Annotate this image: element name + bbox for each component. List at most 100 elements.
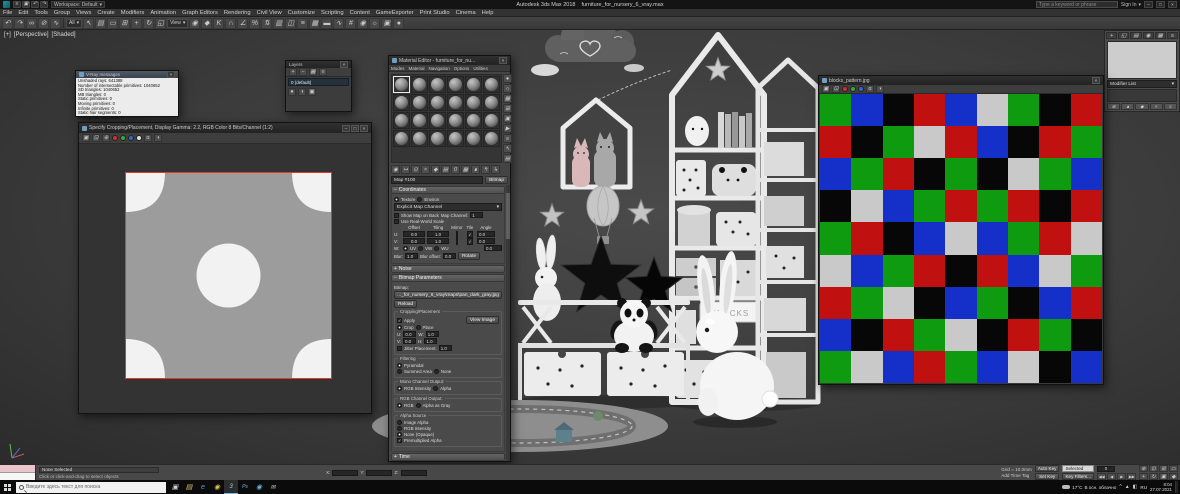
backlight-icon[interactable]: ☼ bbox=[503, 84, 512, 93]
pin-stack-icon[interactable]: ⊕ bbox=[1107, 103, 1121, 110]
modifier-list-dropdown[interactable]: Modifier List ▾ bbox=[1107, 80, 1177, 88]
material-slot[interactable] bbox=[447, 76, 464, 93]
blue-channel-icon[interactable] bbox=[128, 135, 134, 141]
save-icon[interactable]: ▣ bbox=[22, 1, 30, 8]
volume-icon[interactable]: ◧ bbox=[1133, 484, 1138, 490]
mono-channel-icon[interactable]: ◑ bbox=[876, 85, 884, 93]
save-image-icon[interactable]: ▣ bbox=[82, 134, 90, 142]
layer-props-icon[interactable]: ≡ bbox=[319, 68, 327, 76]
background-icon[interactable]: ▦ bbox=[503, 94, 512, 103]
minimize-button[interactable]: – bbox=[1144, 1, 1153, 8]
notification-center-button[interactable] bbox=[1175, 481, 1178, 493]
crop-image-canvas[interactable] bbox=[79, 144, 371, 413]
undo-icon[interactable]: ↶ bbox=[2, 17, 13, 29]
new-layer-icon[interactable]: + bbox=[289, 68, 297, 76]
bitmap-viewer-titlebar[interactable]: blocks_pattern.jpg × bbox=[819, 76, 1103, 85]
real-world-scale-checkbox[interactable] bbox=[394, 219, 399, 224]
crop-window-titlebar[interactable]: Specify Cropping/Placement, Display Gamm… bbox=[79, 123, 371, 133]
star-decoration[interactable] bbox=[539, 202, 565, 227]
close-icon[interactable]: × bbox=[360, 124, 368, 132]
view-image-button[interactable]: View Image bbox=[466, 316, 499, 324]
close-icon[interactable]: × bbox=[167, 71, 175, 78]
render-setup-icon[interactable]: ☼ bbox=[369, 17, 381, 29]
menu-item[interactable]: Civil View bbox=[254, 9, 285, 16]
sign-in-button[interactable]: Sign In ▾ bbox=[1121, 2, 1141, 8]
play-icon[interactable]: ▶ bbox=[1117, 472, 1126, 480]
workspace-selector[interactable]: Workspace: Default ▾ bbox=[51, 1, 106, 8]
select-and-scale-icon[interactable]: ◱ bbox=[155, 17, 167, 29]
menu-item[interactable]: GameExporter bbox=[373, 9, 417, 16]
y-coordinate-field[interactable] bbox=[366, 469, 393, 476]
maximize-icon[interactable]: □ bbox=[351, 124, 359, 132]
zoom-image-icon[interactable]: ⊕ bbox=[102, 134, 110, 142]
mono-channel-icon[interactable]: ◑ bbox=[154, 134, 162, 142]
chalkboard-cloud[interactable] bbox=[545, 30, 636, 62]
go-to-parent-icon[interactable]: ↰ bbox=[481, 165, 490, 174]
menu-item[interactable]: File bbox=[0, 9, 15, 16]
language-indicator[interactable]: RU bbox=[1140, 485, 1147, 490]
maxscript-mini-listener[interactable] bbox=[0, 465, 36, 480]
viewport-view-label[interactable]: [Perspective] bbox=[14, 32, 49, 38]
hidden-icons-chevron[interactable]: ^ bbox=[1119, 484, 1121, 490]
layer-render-icon[interactable]: ▣ bbox=[308, 88, 316, 96]
texture-radio[interactable] bbox=[394, 197, 399, 202]
show-end-result-icon[interactable]: ∎ bbox=[1121, 103, 1135, 110]
z-coordinate-field[interactable] bbox=[400, 469, 427, 476]
material-slot[interactable] bbox=[465, 76, 482, 93]
star-decoration[interactable] bbox=[627, 198, 655, 225]
3dsmax-button[interactable]: 3 bbox=[224, 480, 238, 494]
maximize-button[interactable]: □ bbox=[1156, 1, 1165, 8]
make-preview-icon[interactable]: ▶ bbox=[503, 124, 512, 133]
v-tiling-spinner[interactable]: 1.0 bbox=[427, 238, 449, 244]
close-icon[interactable]: × bbox=[1092, 77, 1100, 84]
material-slot[interactable] bbox=[465, 130, 482, 147]
w-angle-spinner[interactable]: 0.0 bbox=[484, 245, 502, 251]
environ-radio[interactable] bbox=[417, 197, 423, 202]
map-channel-spinner[interactable]: 1 bbox=[470, 212, 484, 218]
put-to-scene-icon[interactable]: ↦ bbox=[401, 165, 410, 174]
uv-radio[interactable] bbox=[403, 245, 408, 251]
weather-widget[interactable]: 17°C В осн. облачно bbox=[1062, 485, 1116, 490]
redo-icon[interactable]: ↷ bbox=[14, 17, 25, 29]
material-slot[interactable] bbox=[411, 112, 428, 129]
mail-button[interactable]: ✉ bbox=[266, 480, 280, 494]
vray-window-titlebar[interactable]: V-Ray messages × bbox=[76, 71, 178, 78]
align-icon[interactable]: ≡ bbox=[297, 17, 309, 29]
pan-icon[interactable]: + bbox=[1139, 473, 1148, 480]
keyword-search-input[interactable] bbox=[1035, 1, 1118, 8]
layer-visibility-icon[interactable]: ● bbox=[288, 88, 296, 96]
listener-script-line[interactable] bbox=[0, 473, 35, 480]
rectangular-selection-icon[interactable]: ▭ bbox=[107, 17, 119, 29]
crop-v-spinner[interactable]: 0.0 bbox=[403, 338, 416, 344]
rollout-noise-header[interactable]: + Noise bbox=[391, 265, 505, 273]
chrome-button[interactable]: ◉ bbox=[210, 480, 224, 494]
reset-map-icon[interactable]: × bbox=[421, 165, 430, 174]
hot-air-balloon[interactable] bbox=[586, 185, 620, 244]
rollout-bitmap-header[interactable]: − Bitmap Parameters bbox=[391, 274, 505, 282]
material-slot[interactable] bbox=[483, 94, 500, 111]
vw-radio[interactable] bbox=[418, 245, 424, 251]
layers-panel[interactable]: Layers × + − ▦ ≡ 0 (default) ● ◑ ▣ bbox=[285, 60, 352, 112]
material-slot[interactable] bbox=[393, 76, 410, 93]
task-view-button[interactable]: ▣ bbox=[168, 480, 182, 494]
bitmap-viewer-window[interactable]: blocks_pattern.jpg × ▣ ⊡ α ◑ bbox=[818, 75, 1104, 385]
menu-item[interactable]: Views bbox=[73, 9, 94, 16]
material-slot[interactable] bbox=[447, 130, 464, 147]
keyboard-override-icon[interactable]: K bbox=[213, 17, 225, 29]
clone-image-icon[interactable]: ⊡ bbox=[92, 134, 100, 142]
make-unique-icon[interactable]: ◆ bbox=[1135, 103, 1149, 110]
u-mirror-checkbox[interactable] bbox=[456, 230, 458, 238]
u-tiling-spinner[interactable]: 1.0 bbox=[427, 231, 449, 237]
display-tab-icon[interactable]: ▦ bbox=[1154, 32, 1166, 39]
x-coordinate-field[interactable] bbox=[332, 469, 359, 476]
angle-snap-icon[interactable]: ∠ bbox=[237, 17, 249, 29]
none-opaque-radio[interactable] bbox=[397, 432, 402, 437]
field-of-view-icon[interactable]: ▭ bbox=[1169, 465, 1178, 472]
v-mirror-checkbox[interactable] bbox=[456, 237, 458, 245]
material-menu-item[interactable]: Navigation bbox=[427, 66, 452, 71]
menu-item[interactable]: Graph Editors bbox=[179, 9, 221, 16]
menu-item[interactable]: Scripting bbox=[318, 9, 347, 16]
video-color-check-icon[interactable]: ▣ bbox=[503, 114, 512, 123]
add-time-tag[interactable]: Add Time Tag bbox=[1001, 473, 1032, 478]
listener-macro-line[interactable] bbox=[0, 465, 35, 473]
